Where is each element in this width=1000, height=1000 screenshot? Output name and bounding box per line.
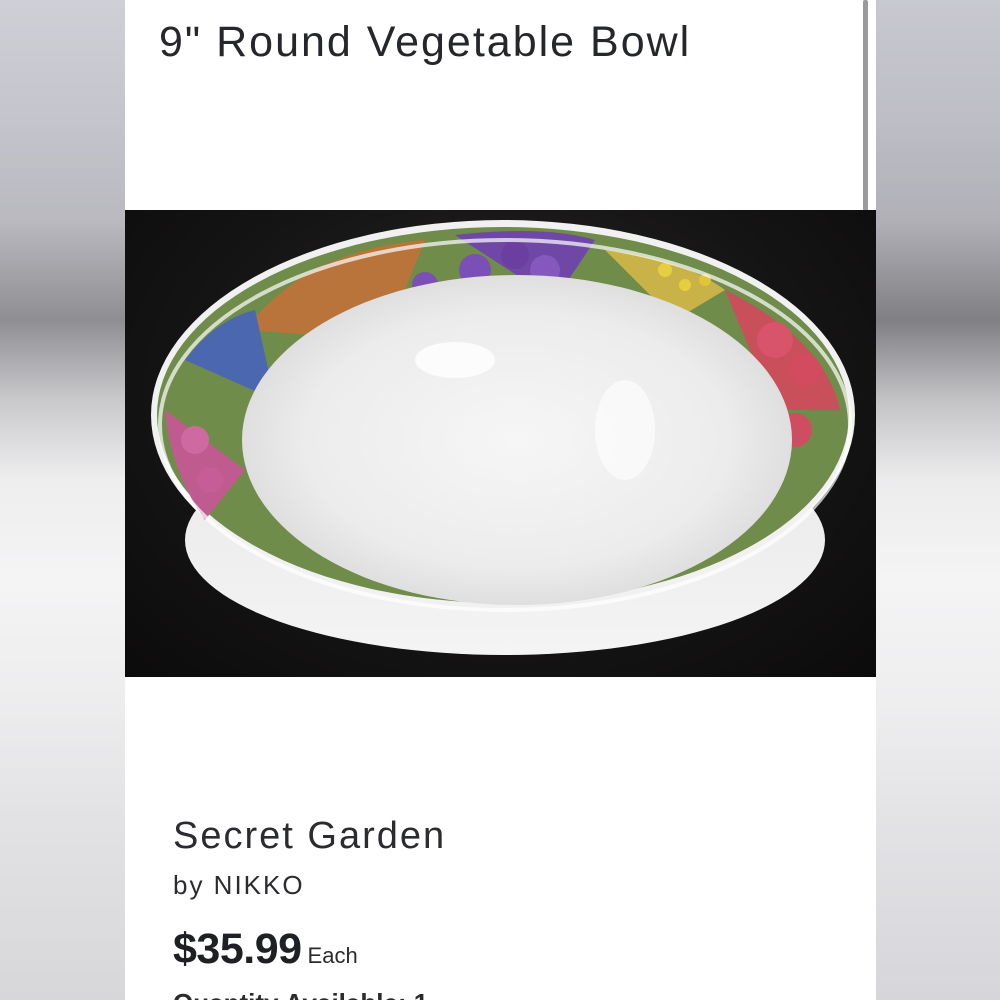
blurred-background-right bbox=[875, 0, 1000, 1000]
product-title: 9" Round Vegetable Bowl bbox=[159, 18, 692, 66]
price: $35.99 bbox=[173, 925, 302, 973]
price-unit: Each bbox=[307, 943, 358, 968]
product-photo[interactable] bbox=[125, 210, 876, 677]
quantity-available: Quantity Available: 1 bbox=[173, 988, 428, 1000]
product-card: 9" Round Vegetable Bowl Secret Garden by… bbox=[125, 0, 876, 1000]
blurred-background-left bbox=[0, 0, 125, 1000]
pattern-name[interactable]: Secret Garden bbox=[173, 815, 446, 858]
manufacturer[interactable]: by NIKKO bbox=[173, 870, 305, 901]
bowl-illustration bbox=[151, 220, 855, 655]
price-row: $35.99 Each bbox=[173, 925, 358, 974]
